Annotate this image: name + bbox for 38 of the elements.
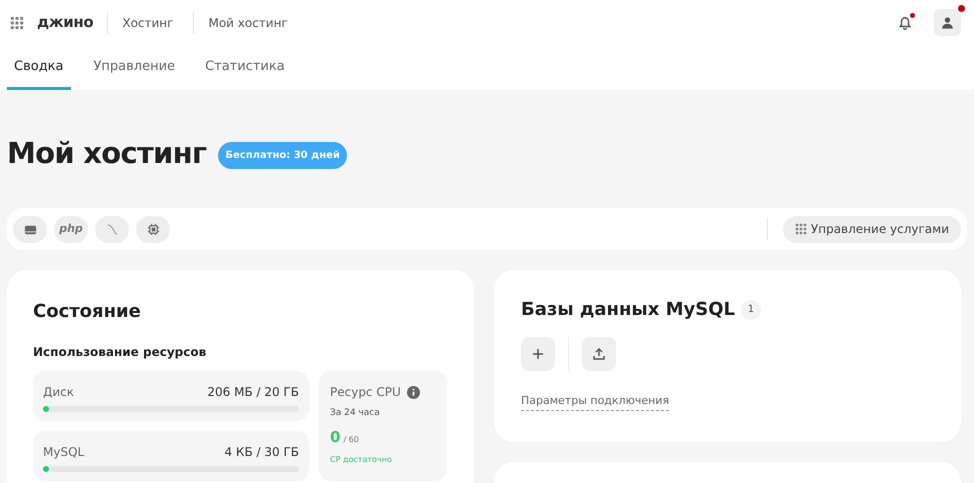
cpu-button[interactable] xyxy=(136,216,170,242)
info-icon xyxy=(406,386,420,398)
count-badge: 1 xyxy=(740,300,761,320)
meter-label: Диск xyxy=(43,384,74,401)
bell-icon xyxy=(898,16,912,30)
tab[interactable]: Сводка xyxy=(7,45,70,90)
page-title: Мой хостинг xyxy=(7,134,206,172)
cpu-limit: / 60 xyxy=(343,434,359,446)
upload-icon xyxy=(593,348,605,360)
tab[interactable]: Управление xyxy=(86,45,182,90)
manage-services-button[interactable]: Управление услугами xyxy=(782,216,961,242)
apps-menu-button[interactable] xyxy=(10,16,24,30)
trial-badge: Бесплатно: 30 дней xyxy=(218,142,347,169)
cpu-status: CP достаточно xyxy=(330,454,393,466)
tab[interactable]: Статистика xyxy=(198,45,292,90)
plus-icon xyxy=(533,349,543,359)
upload-button[interactable] xyxy=(582,337,616,371)
grid-dots-icon xyxy=(794,223,807,235)
notifications-button[interactable] xyxy=(898,14,914,30)
breadcrumb-link[interactable]: Хостинг xyxy=(122,14,174,32)
section-title: Использование ресурсов xyxy=(33,344,208,361)
meter-reading: 206 МБ / 20 ГБ xyxy=(207,384,299,401)
disk-button[interactable] xyxy=(13,216,47,242)
logo[interactable]: джино xyxy=(37,11,94,34)
card-title: Базы данных MySQL xyxy=(521,298,735,322)
cpu-title: Ресурс CPU xyxy=(330,384,401,401)
meter-reading: 4 КБ / 30 ГБ xyxy=(224,444,299,461)
cpu-value: 0 xyxy=(330,426,340,448)
connection-settings-link[interactable]: Параметры подключения xyxy=(521,393,670,410)
card-title: Состояние xyxy=(33,300,142,324)
grid-dots-icon xyxy=(10,16,24,30)
meter-label: MySQL xyxy=(43,444,84,461)
chip-icon xyxy=(146,222,160,236)
cpu-period: За 24 часа xyxy=(330,407,381,420)
add-button[interactable] xyxy=(521,337,555,371)
user-icon xyxy=(941,16,954,29)
php-button[interactable]: php xyxy=(54,216,88,242)
breadcrumb-link[interactable]: Мой хостинг xyxy=(208,14,288,32)
